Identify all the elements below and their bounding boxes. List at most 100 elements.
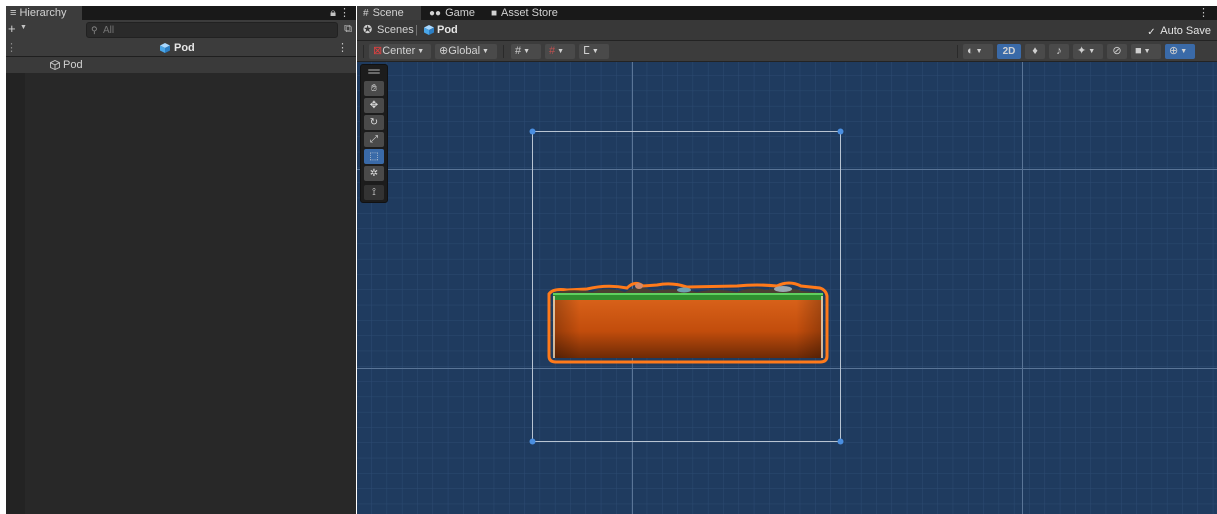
prefab-header-label: Pod (174, 42, 195, 54)
chevron-down-icon[interactable]: ▼ (20, 24, 27, 31)
prefab-mode-header: ⋮ Pod ⋮ (6, 40, 356, 57)
scene-viewport[interactable]: ✋︎ ✥ ↻ ⤢ ⬚ ✲ ⟟ (357, 62, 1217, 514)
grid-snap-icon: # (515, 45, 522, 57)
effects-icon: ✦ (1077, 45, 1087, 57)
toolbar-grip (363, 45, 364, 58)
hierarchy-tab[interactable]: ≡ Hierarchy (6, 6, 82, 20)
scene-panel: # Scene ●● Game ■ Asset Store ⋮ ✪ Scenes | … (357, 6, 1217, 514)
hierarchy-tab-label: Hierarchy (19, 7, 67, 19)
chevron-down-icon: ▼ (417, 48, 425, 55)
scene-canvas[interactable] (357, 62, 1217, 514)
toolbar-separator (957, 45, 958, 58)
hierarchy-search-input[interactable] (103, 23, 323, 37)
breadcrumb-current[interactable]: Pod (437, 20, 458, 40)
chevron-down-icon: ▼ (523, 48, 531, 55)
move-arrows-icon: ✥ (369, 100, 379, 111)
toolbar-separator (503, 45, 504, 58)
grid-icon: # (363, 8, 369, 19)
chevron-down-icon: ▼ (557, 48, 565, 55)
lightbulb-icon: ♦ (1032, 45, 1038, 57)
rect-handle-bottom-right[interactable] (837, 438, 844, 445)
prefab-cube-icon (424, 25, 434, 35)
search-icon: ⚲ (91, 25, 98, 35)
chevron-down-icon: ▼ (975, 48, 983, 55)
hierarchy-search-box[interactable]: ⚲ (86, 22, 338, 38)
camera-settings-dropdown[interactable]: ■ ▼ (1131, 44, 1161, 59)
draw-mode-dropdown[interactable]: ◐ ▼ (963, 44, 993, 59)
transform-tool[interactable]: ✲ (364, 166, 384, 181)
effects-dropdown[interactable]: ✦ ▼ (1073, 44, 1103, 59)
rotate-icon: ↻ (369, 117, 379, 128)
hierarchy-item-pod[interactable]: Pod (6, 57, 356, 73)
hand-tool[interactable]: ✋︎ (364, 81, 384, 96)
pivot-mode-dropdown[interactable]: ⊠Center ▼ (369, 44, 431, 59)
scale-icon: ⤢ (370, 134, 378, 145)
pivot-space-dropdown[interactable]: ⊕Global ▼ (435, 44, 497, 59)
tab-game[interactable]: ●● Game (423, 6, 481, 20)
grid-visibility-dropdown[interactable]: # ▼ (511, 44, 541, 59)
hand-icon: ✋︎ (371, 83, 377, 94)
gizmos-icon: ⊕ (1169, 45, 1179, 57)
rotate-tool[interactable]: ↻ (364, 115, 384, 130)
rect-handle-bottom-left[interactable] (529, 438, 536, 445)
auto-save-toggle[interactable]: ✓ Auto Save (1147, 24, 1211, 38)
back-arrow-icon[interactable]: ⋮ (6, 40, 17, 57)
tab-scene[interactable]: # Scene (357, 6, 421, 20)
chevron-down-icon: ▼ (591, 48, 599, 55)
chevron-down-icon: ▼ (482, 48, 489, 55)
breadcrumb-separator: | (415, 24, 418, 36)
kebab-menu-icon[interactable]: ⋮ (339, 6, 350, 20)
hierarchy-gutter (6, 57, 25, 514)
breadcrumb: ✪ Scenes | Pod ✓ Auto Save (357, 20, 1217, 41)
gameobject-cube-icon (50, 60, 60, 70)
eye-slash-icon: ⊘ (1112, 45, 1122, 57)
scale-tool[interactable]: ⤢ (364, 132, 384, 147)
kebab-menu-icon[interactable]: ⋮ (337, 40, 348, 57)
audio-toggle[interactable]: ♪ (1049, 44, 1069, 59)
auto-save-label: Auto Save (1160, 25, 1211, 37)
scene-visibility-toggle[interactable]: ⊘ (1107, 44, 1127, 59)
lighting-toggle[interactable]: ♦ (1025, 44, 1045, 59)
breadcrumb-scenes[interactable]: Scenes (377, 20, 414, 40)
globe-icon: ⊕ (439, 45, 449, 57)
drag-handle[interactable] (368, 69, 380, 71)
2d-mode-label: 2D (1002, 46, 1016, 57)
tab-asset-store[interactable]: ■ Asset Store (485, 6, 564, 20)
grid-snapping-dropdown[interactable]: # ▼ (545, 44, 575, 59)
chevron-down-icon: ▼ (1180, 48, 1188, 55)
tab-asset-store-label: Asset Store (501, 7, 558, 19)
hierarchy-panel: ≡ Hierarchy 🔒︎ ⋮ + ▼ ⚲ ⧉ ⋮ Pod ⋮ Pod (6, 6, 356, 514)
camera-icon: ■ (1135, 45, 1142, 57)
grid-snap-icon: # (549, 45, 556, 57)
custom-tool[interactable]: ⟟ (364, 185, 384, 200)
tab-game-label: Game (445, 7, 476, 19)
custom-editor-tool-icon: ⟟ (372, 187, 376, 198)
hierarchy-toolbar: + ▼ ⚲ ⧉ (6, 20, 356, 40)
transform-icon: ✲ (369, 168, 379, 179)
hierarchy-tab-bar: ≡ Hierarchy 🔒︎ ⋮ (6, 6, 356, 20)
increment-snap-dropdown[interactable]: ⵎ ▼ (579, 44, 609, 59)
unity-scene-icon: ✪ (363, 24, 373, 36)
chevron-down-icon: ▼ (1143, 48, 1151, 55)
move-tool[interactable]: ✥ (364, 98, 384, 113)
checkbox-checked-icon[interactable]: ✓ (1147, 28, 1157, 38)
rect-tool[interactable]: ⬚ (364, 149, 384, 164)
pivot-mode-label: Center (382, 45, 416, 57)
scene-tab-bar: # Scene ●● Game ■ Asset Store ⋮ (357, 6, 1217, 20)
shopping-bag-icon: ■ (491, 8, 498, 19)
add-button[interactable]: + (8, 22, 16, 36)
gizmos-dropdown[interactable]: ⊕ ▼ (1165, 44, 1195, 59)
rect-handle-top-right[interactable] (837, 128, 844, 135)
rect-icon: ⬚ (369, 151, 379, 162)
audio-icon: ♪ (1056, 45, 1062, 57)
scene-visibility-icon[interactable]: ⧉ (344, 22, 352, 36)
pivot-space-label: Global (448, 45, 481, 57)
gamepad-icon: ●● (429, 8, 442, 19)
2d-mode-toggle[interactable]: 2D (997, 44, 1021, 59)
pod-platform-sprite[interactable] (547, 281, 829, 364)
kebab-menu-icon[interactable]: ⋮ (1198, 6, 1209, 20)
scene-toolbar: ⊠Center ▼ ⊕Global ▼ # ▼ # ▼ ⵎ ▼ ◐ ▼ 2D ♦ ♪ ✦ ▼ (357, 41, 1217, 62)
lock-icon[interactable]: 🔒︎ (330, 6, 336, 20)
hierarchy-item-label: Pod (63, 59, 83, 71)
rect-handle-top-left[interactable] (529, 128, 536, 135)
